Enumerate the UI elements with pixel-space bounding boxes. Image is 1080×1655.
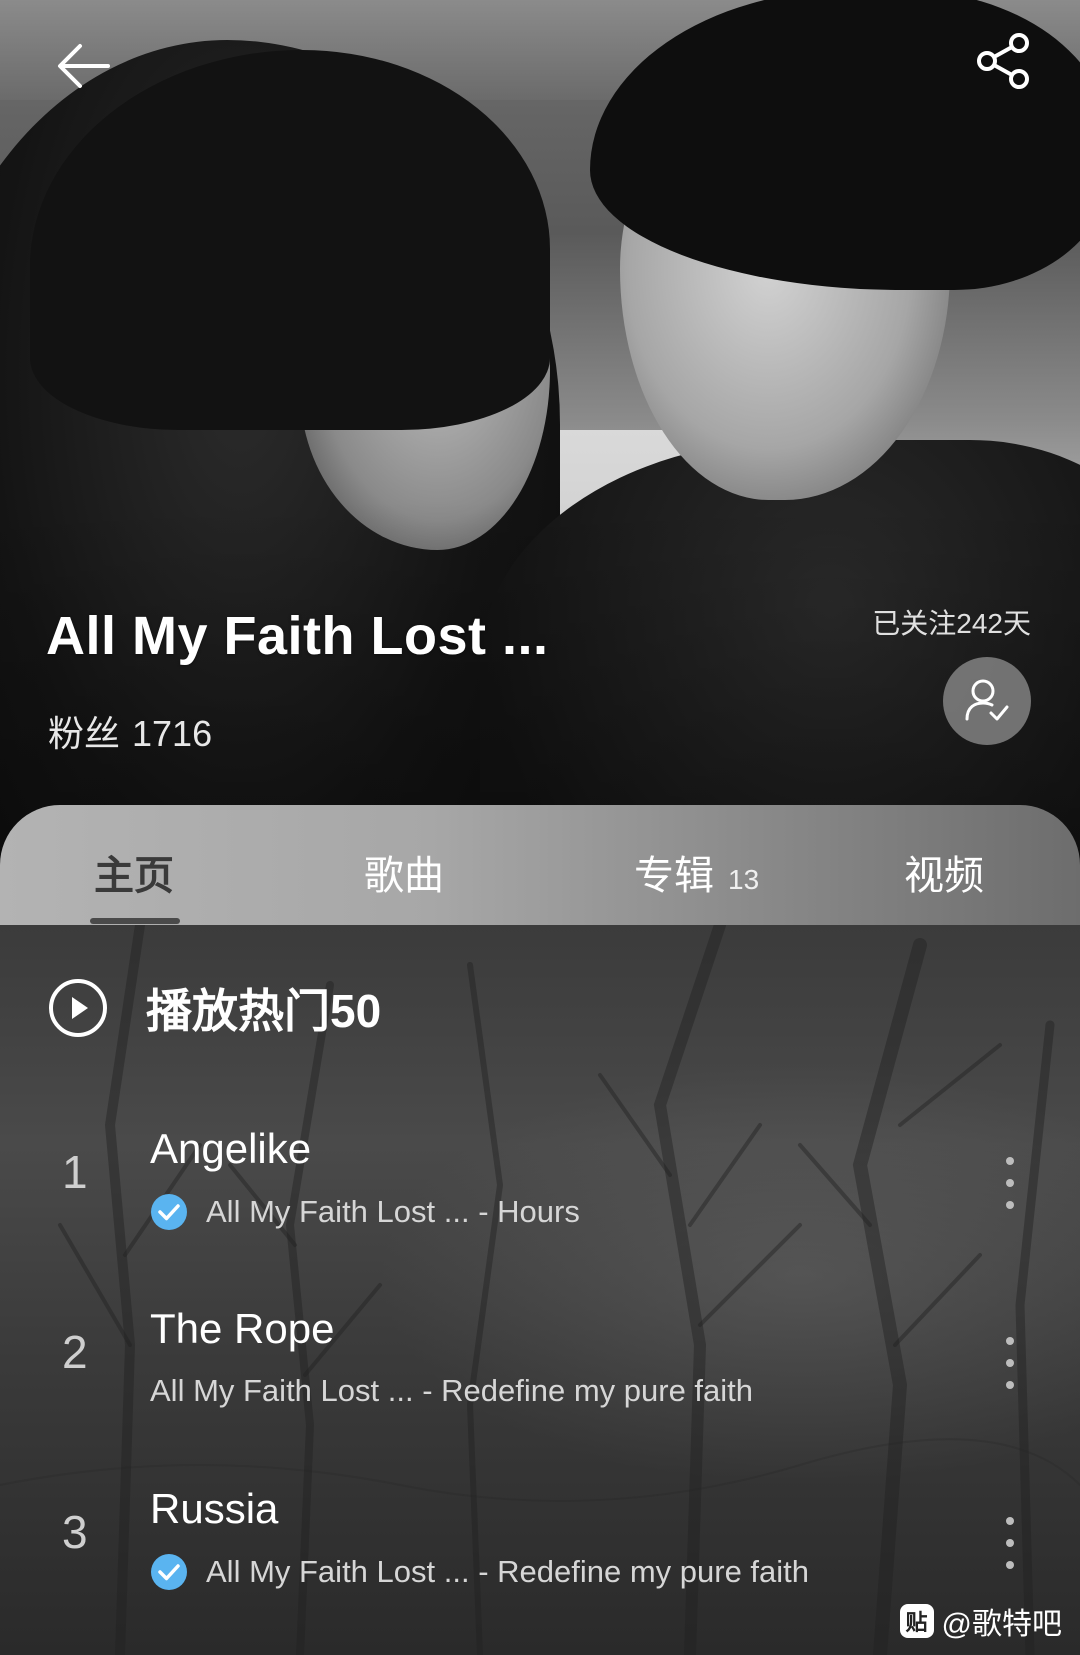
track-title: Angelike bbox=[150, 1125, 312, 1172]
tab-videos[interactable]: 视频 bbox=[904, 843, 984, 901]
user-check-icon bbox=[965, 679, 1009, 721]
tieba-logo: 贴 bbox=[899, 1604, 934, 1638]
track-subtitle: All My Faith Lost ... - Hours bbox=[206, 1194, 580, 1229]
track-row[interactable]: 1 Angelike All My Faith Lost ... - Hours bbox=[0, 1105, 1080, 1275]
tab-albums[interactable]: 专辑 13 bbox=[634, 843, 759, 901]
track-rank: 1 bbox=[62, 1146, 88, 1198]
tab-songs[interactable]: 歌曲 bbox=[364, 843, 444, 901]
track-subtitle: All My Faith Lost ... - Redefine my pure… bbox=[206, 1554, 810, 1589]
artist-name: All My Faith Lost ... bbox=[46, 606, 549, 666]
watermark-text: @歌特吧 bbox=[941, 1608, 1062, 1641]
track-subtitle-row: All My Faith Lost ... - Redefine my pure… bbox=[150, 1553, 809, 1591]
back-button[interactable] bbox=[48, 30, 120, 102]
tab-videos-label: 视频 bbox=[904, 854, 984, 898]
verified-check-icon bbox=[151, 1554, 187, 1590]
follow-button[interactable] bbox=[943, 657, 1031, 745]
track-title: The Rope bbox=[150, 1305, 335, 1352]
verified-check-icon bbox=[151, 1194, 187, 1230]
tab-home-label: 主页 bbox=[94, 854, 174, 898]
share-button[interactable] bbox=[970, 26, 1040, 96]
tab-albums-label: 专辑 bbox=[634, 854, 714, 898]
play-top50-label: 播放热门50 bbox=[146, 985, 382, 1037]
track-row[interactable]: 2 The Rope All My Faith Lost ... - Redef… bbox=[0, 1285, 1080, 1455]
track-subtitle-row: All My Faith Lost ... - Hours bbox=[150, 1193, 580, 1231]
track-subtitle: All My Faith Lost ... - Redefine my pure… bbox=[150, 1373, 754, 1408]
tab-active-indicator bbox=[90, 918, 180, 924]
home-content: 播放热门50 1 Angelike All My Faith Lost ... … bbox=[0, 925, 1080, 1655]
track-rank: 2 bbox=[62, 1326, 88, 1378]
tab-bar: 主页 歌曲 专辑 13 视频 bbox=[0, 805, 1080, 925]
play-circle-icon bbox=[49, 979, 107, 1037]
tab-songs-label: 歌曲 bbox=[364, 854, 444, 898]
follow-days: 已关注242天 bbox=[872, 608, 1031, 639]
tab-home[interactable]: 主页 bbox=[94, 843, 174, 901]
more-vertical-icon[interactable] bbox=[998, 1153, 1022, 1213]
tieba-watermark: 贴 @歌特吧 bbox=[899, 1599, 1062, 1643]
arrow-left-icon bbox=[58, 44, 110, 88]
fans-label: 粉丝 bbox=[48, 713, 121, 754]
more-vertical-icon[interactable] bbox=[998, 1513, 1022, 1573]
track-rank: 3 bbox=[62, 1506, 88, 1558]
artist-hero: All My Faith Lost ... 粉丝 1716 已关注242天 bbox=[0, 0, 1080, 930]
fans-count: 1716 bbox=[132, 713, 213, 754]
play-top50-button[interactable]: 播放热门50 bbox=[48, 975, 381, 1041]
tab-albums-count: 13 bbox=[728, 864, 760, 895]
track-title: Russia bbox=[150, 1485, 279, 1532]
more-vertical-icon[interactable] bbox=[998, 1333, 1022, 1393]
fans-info: 粉丝 1716 bbox=[48, 705, 212, 757]
share-icon bbox=[977, 33, 1029, 89]
track-subtitle-row: All My Faith Lost ... - Redefine my pure… bbox=[150, 1373, 753, 1409]
